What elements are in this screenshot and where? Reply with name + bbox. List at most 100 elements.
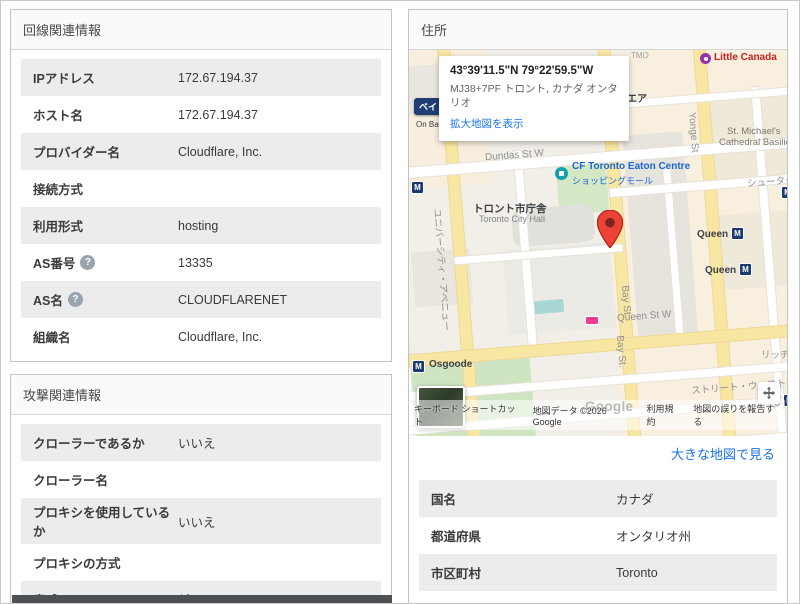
row-label: 地名 [431, 600, 616, 603]
transit-stop-icon [585, 316, 599, 325]
address-panel-title: 住所 [409, 10, 787, 50]
row-value: CLOUDFLARENET [178, 292, 288, 307]
table-row: 組織名 Cloudflare, Inc. [21, 318, 381, 355]
address-panel: 住所 TMO Little Canada ベイ On Bay Yonge St … [408, 9, 788, 603]
row-label: 国名 [431, 489, 616, 508]
map-label-queen-station: Queen [697, 229, 729, 240]
hotel-badge-bay: ベイ [414, 98, 443, 115]
row-label-text: 市区町村 [431, 567, 482, 581]
plus-code-address: MJ38+7PF トロント, カナダ オンタリオ [450, 83, 618, 110]
row-label: プロキシを使用しているか [33, 502, 178, 540]
map-label-queen-station-2: Queen [705, 265, 737, 276]
coordinates-text: 43°39'11.5"N 79°22'59.5"W [450, 65, 594, 77]
row-label: ホスト名 [33, 105, 178, 124]
row-value: 13335 [178, 255, 213, 270]
keyboard-shortcuts-link[interactable]: キーボード ショートカット [414, 402, 521, 428]
table-row: 都道府県 オンタリオ州 [419, 517, 777, 554]
row-label: プロキシの方式 [33, 553, 178, 572]
subway-station-icon: M [781, 186, 787, 199]
row-label-text: プロキシの方式 [33, 557, 121, 571]
larger-map-link[interactable]: 大きな地図で見る [671, 447, 775, 462]
row-label-text: 地名 [431, 600, 456, 603]
shopping-mall-icon [555, 167, 568, 180]
subway-station-icon: M [411, 181, 424, 194]
help-icon[interactable]: ? [80, 255, 96, 270]
row-label: 接続方式 [33, 179, 178, 198]
row-label-text: AS名 [33, 294, 63, 308]
table-row: 利用形式 hosting [21, 207, 381, 244]
row-label-text: 国名 [431, 493, 457, 507]
row-value: カナダ [616, 493, 654, 507]
map-pool [531, 298, 565, 315]
table-row: プロキシの方式 [21, 544, 381, 581]
table-row: AS名? CLOUDFLARENET [21, 281, 381, 318]
table-row: クローラーであるか いいえ [21, 424, 381, 461]
map-pin[interactable] [596, 209, 624, 249]
row-value: オンタリオ州 [616, 530, 692, 544]
row-label-text: ホスト名 [33, 109, 84, 123]
row-label: 利用形式 [33, 216, 178, 235]
enlarge-map-link[interactable]: 拡大地図を表示 [450, 116, 524, 131]
street-label-bay-st: Bay St [619, 285, 633, 316]
row-value: hosting [178, 218, 219, 233]
table-row: プロキシを使用しているか いいえ [21, 498, 381, 544]
attraction-icon [700, 53, 711, 64]
row-value: いいえ [178, 515, 216, 530]
subway-station-icon: M [731, 227, 744, 240]
attack-info-panel: 攻撃関連情報 クローラーであるか いいえ クローラー名 プロキシを使用しているか… [10, 374, 392, 603]
line-info-panel-title: 回線関連情報 [11, 10, 391, 50]
terms-link[interactable]: 利用規約 [646, 402, 681, 428]
table-row: プロバイダー名 Cloudflare, Inc. [21, 133, 381, 170]
row-label-text: 都道府県 [431, 530, 482, 544]
map-info-card: 43°39'11.5"N 79°22'59.5"W MJ38+7PF トロント,… [439, 56, 629, 142]
row-label: プロバイダー名 [33, 142, 178, 161]
map-label-city-hall-en: Toronto City Hall [479, 214, 546, 224]
map-label-osgoode: Osgoode [429, 359, 473, 370]
row-value: いいえ [178, 437, 216, 451]
google-map-embed[interactable]: TMO Little Canada ベイ On Bay サンコファ・スクエア S… [409, 50, 787, 436]
left-column: 回線関連情報 IPアドレス 172.67.194.37 ホスト名 172.67.… [10, 9, 392, 603]
line-info-table: IPアドレス 172.67.194.37 ホスト名 172.67.194.37 … [11, 50, 391, 361]
row-value: Toronto [616, 565, 658, 580]
row-label: クローラー名 [33, 470, 178, 489]
subway-station-icon: M [412, 360, 425, 373]
attack-info-table: クローラーであるか いいえ クローラー名 プロキシを使用しているか いいえ プロ… [11, 415, 391, 603]
line-info-panel: 回線関連情報 IPアドレス 172.67.194.37 ホスト名 172.67.… [10, 9, 392, 362]
columns: 回線関連情報 IPアドレス 172.67.194.37 ホスト名 172.67.… [1, 1, 799, 603]
page: 回線関連情報 IPアドレス 172.67.194.37 ホスト名 172.67.… [0, 0, 800, 604]
row-label-text: プロキシを使用しているか [33, 506, 171, 539]
help-icon[interactable]: ? [67, 292, 83, 307]
map-label-eaton-centre-sub: ショッピングモール [572, 176, 654, 186]
map-data-text: 地図データ ©2026 Google [532, 405, 607, 427]
larger-map-row: 大きな地図で見る [409, 436, 787, 471]
table-row: クローラー名 [21, 461, 381, 498]
row-value: 172.67.194.37 [178, 70, 258, 85]
row-label-text: 利用形式 [33, 220, 84, 234]
row-label-text: プロバイダー名 [33, 146, 121, 160]
row-label-text: 組織名 [33, 331, 71, 345]
row-value: Cloudflare, Inc. [178, 144, 263, 159]
table-row: 接続方式 [21, 170, 381, 207]
table-row: ホスト名 172.67.194.37 [21, 96, 381, 133]
map-label-st-michaels-2: Cathedral Basilica [719, 137, 787, 148]
subway-station-icon: M [739, 263, 752, 276]
next-panel-header-partial [12, 595, 392, 603]
map-label-tmo: TMO [631, 51, 649, 60]
map-attribution: キーボード ショートカット 地図データ ©2026 Google 利用規約 地図… [409, 400, 785, 430]
row-value: 172.67.194.37 [178, 107, 258, 122]
table-row: 市区町村 Toronto [419, 554, 777, 591]
address-table: 国名 カナダ 都道府県 オンタリオ州 市区町村 Toronto 地名 トロント [409, 471, 787, 603]
row-label: AS番号? [33, 253, 178, 272]
table-row: IPアドレス 172.67.194.37 [21, 59, 381, 96]
table-row: AS番号? 13335 [21, 244, 381, 281]
row-label: 組織名 [33, 327, 178, 346]
row-label: IPアドレス [33, 68, 178, 87]
row-value: トロント [616, 600, 765, 603]
table-row: 地名 トロント [419, 591, 777, 603]
row-label: 市区町村 [431, 563, 616, 582]
row-value: Cloudflare, Inc. [178, 329, 263, 344]
street-label-richmond: リッチモ [761, 350, 787, 361]
map-label-eaton-centre: CF Toronto Eaton Centre [572, 161, 691, 172]
row-label-text: 接続方式 [33, 183, 84, 197]
report-error-link[interactable]: 地図の誤りを報告する [693, 402, 780, 428]
